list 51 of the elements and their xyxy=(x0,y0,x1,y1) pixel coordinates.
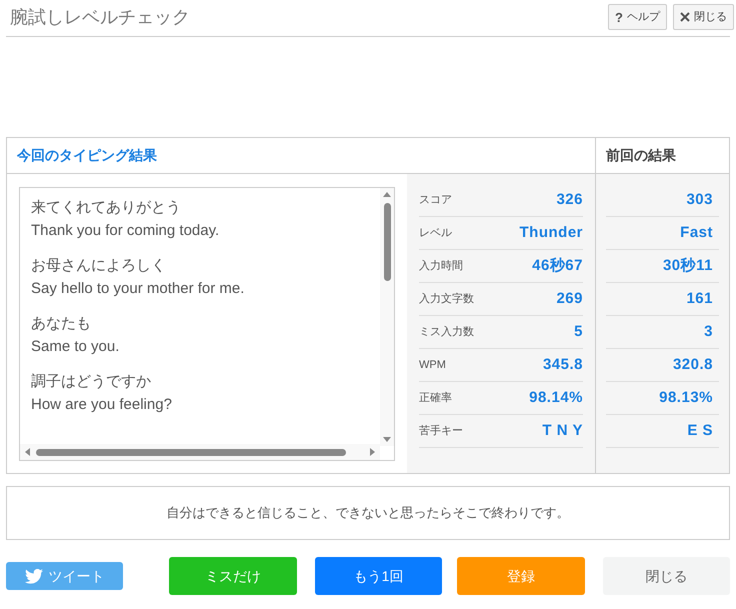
vertical-scrollbar[interactable] xyxy=(380,188,394,446)
section-heading: 今回のタイピング結果 xyxy=(17,146,157,165)
stat-value: 98.14% xyxy=(529,388,583,408)
phrase-english: How are you feeling? xyxy=(31,395,173,415)
phrase-japanese: あなたも xyxy=(31,314,92,334)
help-button[interactable]: ? ヘルプ xyxy=(608,4,667,30)
phrase-japanese: 来てくれてありがとう xyxy=(31,198,182,218)
scroll-thumb[interactable] xyxy=(384,203,390,281)
stat-value: T N Y xyxy=(542,420,583,441)
scroll-right-icon[interactable] xyxy=(370,448,375,456)
stat-label: スコア xyxy=(419,192,452,208)
stat-label: 入力時間 xyxy=(419,258,463,274)
page-title: 腕試しレベルチェック xyxy=(10,6,190,28)
stat-value: 320.8 xyxy=(672,354,713,375)
close-button[interactable]: 閉じる xyxy=(673,4,734,30)
stat-value: Thunder xyxy=(520,222,583,243)
stat-label: 苦手キー xyxy=(419,424,463,439)
close-icon xyxy=(680,12,690,22)
stat-label: 入力文字数 xyxy=(419,292,474,307)
phrase-english: Same to you. xyxy=(31,337,120,357)
scroll-left-icon[interactable] xyxy=(25,448,30,456)
stat-value: 30秒11 xyxy=(662,256,713,276)
stat-value: 5 xyxy=(574,322,583,342)
phrase-english: Say hello to your mother for me. xyxy=(31,279,246,299)
phrase-list[interactable]: 来てくれてありがとう Thank you for coming today. お母さんによろしく Say hello to your mother for me. あなたも Same to you. 調子はどうですか How are you feeling? xyxy=(19,187,395,461)
stat-value: 98.13% xyxy=(659,388,713,408)
stat-value: E S xyxy=(687,420,713,441)
stat-label: 正確率 xyxy=(419,390,452,406)
scroll-up-icon[interactable] xyxy=(383,192,391,197)
stat-value: 345.8 xyxy=(542,354,583,375)
stat-value: 269 xyxy=(556,288,583,309)
stat-label: ミス入力数 xyxy=(419,324,474,340)
phrase-japanese: お母さんによろしく xyxy=(31,256,167,276)
action-button[interactable]: もう1回 xyxy=(314,557,442,595)
stat-value: 303 xyxy=(686,190,713,210)
scroll-thumb[interactable] xyxy=(36,448,346,456)
phrase-english: Thank you for coming today. xyxy=(31,221,220,241)
quote-text: 自分はできると信じること、できないと思ったらそこで終わりです。 xyxy=(166,504,570,522)
stat-value: 46秒67 xyxy=(532,256,583,276)
horizontal-scrollbar[interactable] xyxy=(20,444,380,460)
help-icon: ? xyxy=(615,10,623,24)
stat-value: 161 xyxy=(686,288,713,309)
stat-value: 3 xyxy=(704,322,713,342)
bird-icon xyxy=(24,568,43,584)
stat-label: レベル xyxy=(419,226,452,241)
stat-label: WPM xyxy=(419,358,446,373)
stat-value: 326 xyxy=(556,190,583,210)
action-button[interactable]: 閉じる xyxy=(602,557,730,595)
stat-value: Fast xyxy=(680,222,713,243)
section-heading: 前回の結果 xyxy=(606,146,676,165)
phrase-japanese: 調子はどうですか xyxy=(31,372,152,392)
